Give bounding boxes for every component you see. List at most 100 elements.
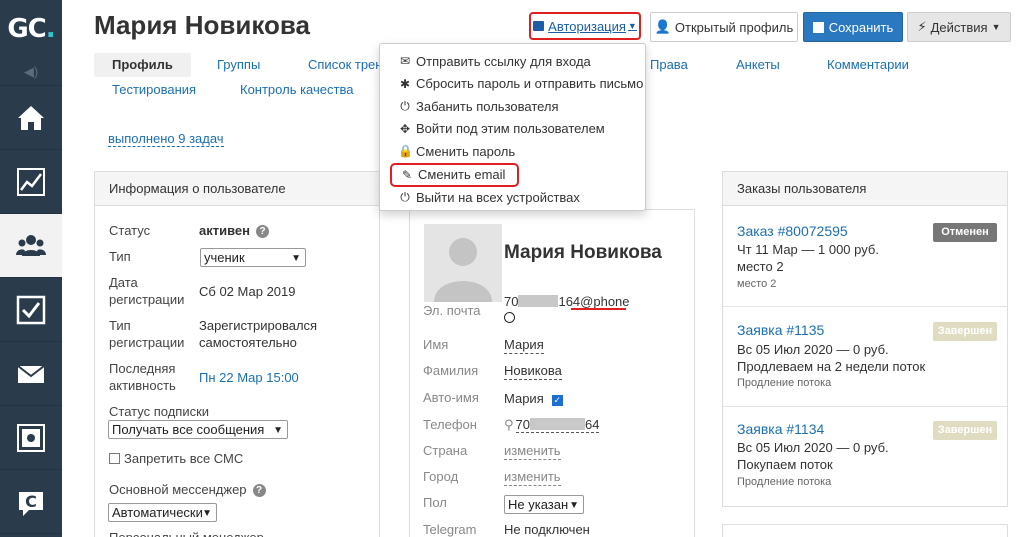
search-icon[interactable]: ⚲ [504,417,514,432]
caret-down-icon: ▼ [627,21,637,31]
last-activity-value[interactable]: Пн 22 Мар 15:00 [199,369,299,386]
save-button[interactable]: Сохранить [803,12,903,42]
email-label: Эл. почта [423,303,481,318]
redacted-block [518,295,559,307]
tab-forms[interactable]: Анкеты [736,53,780,77]
move-icon: ✥ [399,121,411,136]
subscription-select[interactable]: Получать все сообщения ▼ [108,420,288,439]
lock-icon: 🔒 [398,144,413,159]
menu-item-reset-password[interactable]: ✱ Сбросить пароль и отправить письмо [380,73,645,96]
tab-rights[interactable]: Права [650,53,688,77]
menu-item-change-email[interactable]: ✎ Сменить email [390,162,519,187]
sidebar-item-safe[interactable] [0,406,62,470]
sidebar-item-mail[interactable] [0,342,62,406]
menu-item-logout-all-devices[interactable]: ⏻ Выйти на всех устройствах [380,187,645,210]
gender-select[interactable]: Не указан ▼ [504,495,584,514]
page-title: Мария Новикова [94,10,310,40]
tab-profile[interactable]: Профиль [94,53,191,77]
help-icon[interactable]: ? [252,484,266,497]
reg-date-value: Сб 02 Мар 2019 [199,284,296,299]
chevron-down-icon: ▼ [569,500,579,511]
reg-type-label-2: регистрации [109,335,185,350]
email-status-icon [504,312,515,323]
logo-text: GC. [7,14,55,44]
order-line: Вс 05 Июл 2020 — 0 руб. [737,342,889,357]
status-badge: Отменен [933,223,997,242]
first-name-value[interactable]: Мария [504,337,544,354]
authorization-button[interactable]: Авторизация ▼ [529,12,641,40]
tasks-done-link[interactable]: выполнено 9 задач [108,131,224,147]
status-badge: Завершен [933,322,997,341]
type-select[interactable]: ученик ▼ [200,248,306,267]
caret-down-icon: ▼ [991,22,1001,32]
reg-type-value-1: Зарегистрировался [199,318,318,333]
person-silhouette-icon [434,238,492,302]
open-profile-button[interactable]: 👤 Открытый профиль [650,12,798,42]
sidebar: GC. ◀) C [0,0,62,537]
messenger-select[interactable]: Автоматически ▼ [108,503,217,522]
tab-tests[interactable]: Тестирования [112,78,196,102]
status-value: активен? [199,222,269,239]
menu-item-change-password[interactable]: 🔒 Сменить пароль [380,140,645,163]
subscription-label: Статус подписки [109,404,210,419]
power-icon: ⏻ [400,190,410,205]
tab-quality[interactable]: Контроль качества [240,78,353,102]
last-activity-label-1: Последняя [109,361,176,376]
sidebar-item-users[interactable] [0,214,62,278]
menu-item-login-as-user[interactable]: ✥ Войти под этим пользователем [380,118,645,141]
order-note: место 2 [737,278,777,290]
last-name-value[interactable]: Новикова [504,363,562,380]
sidebar-item-tasks[interactable] [0,278,62,342]
orders-title: Заказы пользователя [723,172,1007,206]
ban-sms-checkbox[interactable] [109,453,120,464]
briefcase-icon [533,21,545,31]
menu-item-ban-user[interactable]: ⏻ Забанить пользователя [380,95,645,118]
sidebar-item-home[interactable] [0,86,62,150]
city-change-link[interactable]: изменить [504,469,561,486]
tab-comments[interactable]: Комментарии [827,53,909,77]
order-note: Продление потока [737,476,832,488]
redacted-block [530,418,585,430]
reg-date-label-1: Дата [109,275,138,290]
auto-name-checkbox[interactable]: ✓ [551,395,563,406]
authorization-dropdown: ✉ Отправить ссылку для входа ✱ Сбросить па… [379,43,646,211]
auto-name-label: Авто-имя [423,390,479,405]
help-icon[interactable]: ? [256,225,269,238]
orders-panel: Заказы пользователя Заказ #80072595 Чт 1… [722,171,1008,507]
messenger-label: Основной мессенджер? [109,481,266,498]
order-line: Продлеваем на 2 недели поток [737,359,926,374]
actions-button[interactable]: ⚡ Действия ▼ [907,12,1011,42]
order-title[interactable]: Заявка #1135 [737,322,824,338]
ban-sms-label: Запретить все СМС [124,451,244,466]
sidebar-item-chat[interactable]: C [0,470,62,534]
tab-trainings[interactable]: Список трен [308,53,382,77]
chevron-down-icon: ▼ [291,253,301,264]
personal-manager-label: Персональный менеджер [109,529,264,537]
avatar [424,224,502,302]
menu-item-send-login-link[interactable]: ✉ Отправить ссылку для входа [380,50,645,73]
speaker-icon[interactable]: ◀) [0,58,62,86]
user-info-title: Информация о пользователе [95,172,379,206]
asterisk-icon: ✱ [399,76,411,91]
power-icon: ⏻ [400,98,410,113]
ban-sms-row: Запретить все СМС [109,450,243,467]
reg-type-label-1: Тип [109,318,131,333]
status-label: Статус [109,223,151,238]
phone-label: Телефон [423,417,477,432]
sidebar-item-stats[interactable] [0,150,62,214]
order-title[interactable]: Заявка #1134 [737,421,824,437]
country-change-link[interactable]: изменить [504,443,561,460]
type-label: Тип [109,249,131,264]
chevron-down-icon: ▼ [273,425,283,436]
envelope-icon: ✉ [399,54,411,69]
reg-type-value-2: самостоятельно [199,335,297,350]
order-title[interactable]: Заказ #80072595 [737,223,848,239]
order-line: Вс 05 Июл 2020 — 0 руб. [737,440,889,455]
safe-icon [17,423,45,452]
gender-label: Пол [423,495,447,510]
open-profile-label: Открытый профиль [674,19,794,35]
logo[interactable]: GC. [0,0,62,58]
order-line: Покупаем поток [737,457,833,472]
order-line: место 2 [737,259,784,274]
tab-groups[interactable]: Группы [217,53,260,77]
